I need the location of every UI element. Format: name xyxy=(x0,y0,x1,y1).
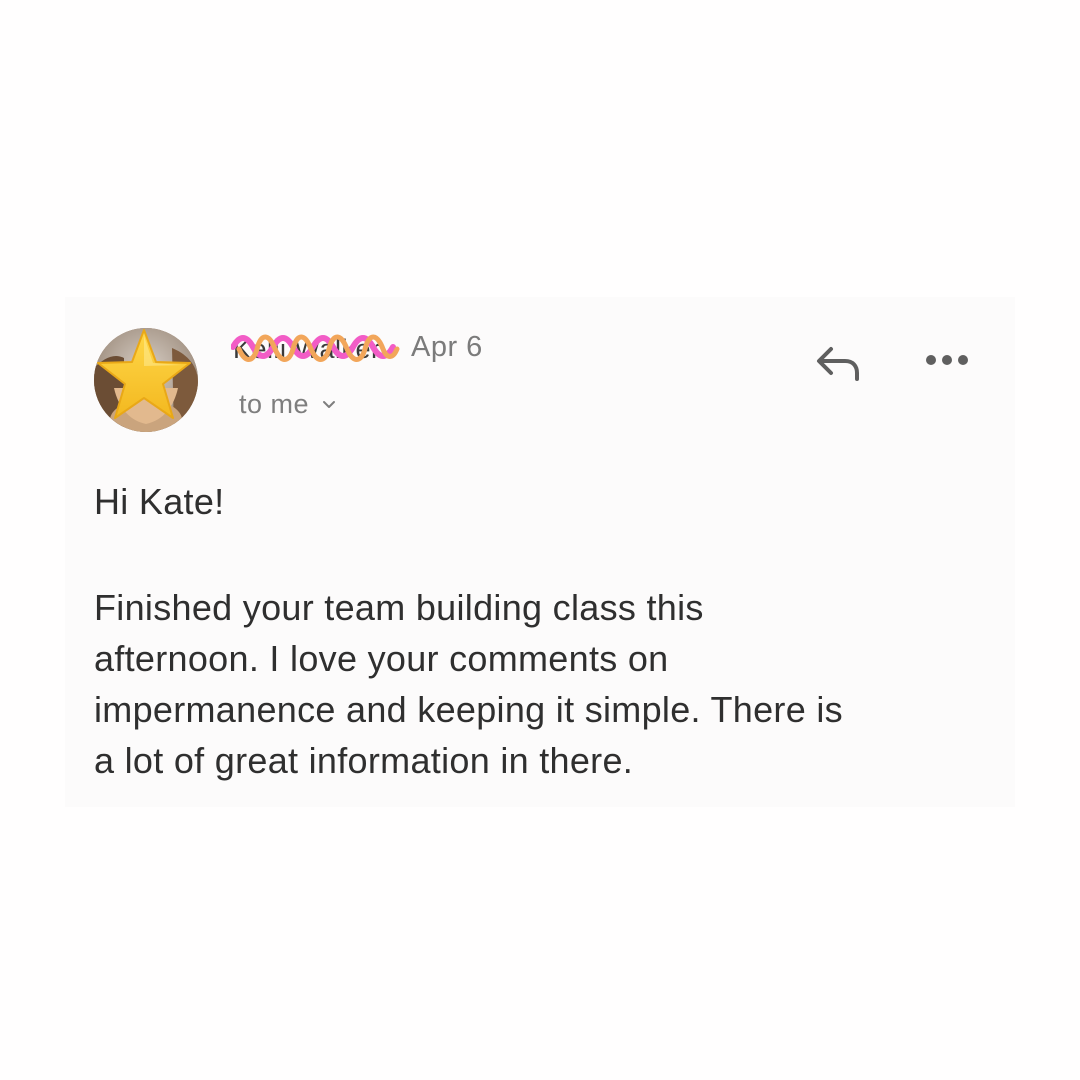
star-icon xyxy=(97,329,191,419)
email-greeting: Hi Kate! xyxy=(94,481,225,522)
more-options-button[interactable] xyxy=(915,335,979,385)
screenshot-canvas: Kelli Walker Apr 6 to me Hi Kate! Finish… xyxy=(0,0,1080,1080)
reply-arrow-icon xyxy=(817,347,859,381)
more-horizontal-icon xyxy=(926,355,968,365)
reply-button[interactable] xyxy=(803,335,873,391)
sender-row: Kelli Walker Apr 6 xyxy=(231,327,483,367)
email-body: Finished your team building class this a… xyxy=(94,587,843,781)
email-date: Apr 6 xyxy=(411,330,483,363)
sender-name-redacted[interactable]: Kelli Walker xyxy=(231,327,401,367)
email-message-card: Kelli Walker Apr 6 to me Hi Kate! Finish… xyxy=(65,297,1015,807)
redaction-scribble xyxy=(231,334,400,362)
chevron-down-icon xyxy=(323,400,336,408)
recipient-label: to me xyxy=(239,389,310,419)
recipient-details-toggle[interactable]: to me xyxy=(239,389,337,420)
